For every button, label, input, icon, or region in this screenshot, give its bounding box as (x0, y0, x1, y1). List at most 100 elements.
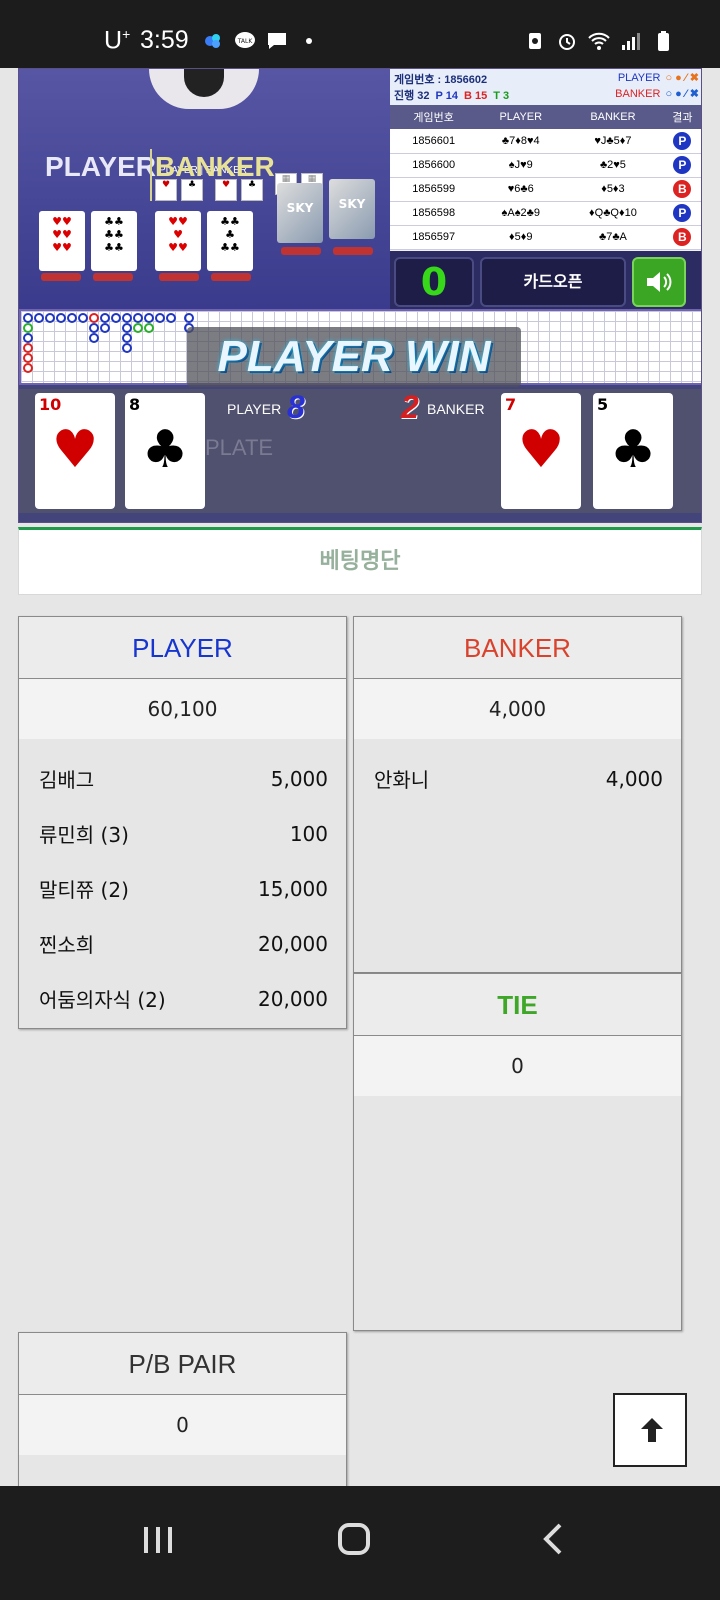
recycle-icon (529, 33, 541, 49)
wifi-icon (588, 32, 610, 50)
banker-panel-title: BANKER (354, 617, 681, 679)
game-number: 게임번호 : 1856602 (394, 74, 488, 86)
dot-icon (306, 38, 312, 44)
card-back: SKY (277, 183, 323, 243)
history-player-cards: ♥6♣6 (477, 177, 565, 202)
banker-score-label: BANKER (427, 401, 485, 417)
road-marker (67, 313, 77, 323)
back-icon[interactable] (524, 1514, 584, 1564)
bettor-name: 찐소희 (39, 933, 95, 957)
result-badge: P (673, 204, 692, 222)
road-marker (23, 343, 33, 353)
betting-list-header: 베팅명단 (18, 527, 702, 595)
table-card: ♣♣ ♣ ♣♣ (207, 211, 253, 271)
pair-panel-title: P/B PAIR (19, 1333, 346, 1395)
bet-amount: 20,000 (258, 986, 328, 1011)
road-marker (122, 333, 132, 343)
banker-card-2: 5 ♣ (593, 393, 673, 509)
road-marker (23, 323, 33, 333)
col-game-no: 게임번호 (390, 105, 478, 129)
android-nav-bar (0, 1486, 720, 1600)
home-icon[interactable] (324, 1514, 384, 1564)
history-player-cards: ♠J♥9 (477, 153, 565, 178)
signal-icon (622, 33, 640, 50)
col-result: 결과 (661, 105, 701, 129)
player-card-2: 8 ♣ (125, 393, 205, 509)
result-badge: P (673, 156, 692, 174)
recent-apps-icon[interactable] (128, 1514, 188, 1564)
bettor-name: 말티쮸 (2) (39, 878, 129, 902)
result-badge: P (673, 131, 692, 150)
live-video: PLAYER | BANKER ♥ ♣ ♥ ♣ ▦ ▦ PLAYER BANKE… (19, 69, 399, 317)
bet-amount: 100 (289, 821, 328, 846)
bettor-row: 김배그 5,000 (39, 751, 328, 806)
road-marker (122, 343, 132, 353)
road-marker (45, 313, 55, 323)
card-slot (333, 247, 373, 255)
history-game-no: 1856598 (390, 201, 478, 226)
tie-panel-title: TIE (354, 974, 681, 1036)
alarm-icon (559, 34, 575, 50)
banker-total: 4,000 (354, 679, 681, 739)
pair-total: 0 (19, 1395, 346, 1455)
arrow-up-icon (641, 1418, 663, 1442)
card-slot (159, 273, 199, 281)
card-open-button[interactable]: 카드오픈 (480, 257, 626, 307)
result-badge: B (673, 228, 692, 246)
road-marker (34, 313, 44, 323)
road-marker (122, 313, 132, 323)
history-row: 1856597 ♦5♦9 ♣7♣A B (390, 225, 701, 250)
countdown-display: 0 (394, 257, 474, 307)
history-banker-cards: ♦Q♣Q♦10 (564, 201, 662, 226)
road-marker (155, 313, 165, 323)
card-slot (281, 247, 321, 255)
history-result: B (661, 177, 701, 202)
title-divider (150, 149, 152, 201)
bettor-name: 안화니 (374, 768, 430, 792)
video-player-title: PLAYER (45, 151, 157, 182)
road-marker (23, 353, 33, 363)
road-marker (111, 313, 121, 323)
tie-bets-panel: TIE 0 (353, 973, 682, 1331)
bet-amount: 4,000 (605, 766, 663, 791)
history-table: 게임번호 PLAYER BANKER 결과 1856601 ♣7♦8♥4 ♥J♣5♦… (390, 105, 701, 250)
bettor-name: 류민희 (3) (39, 823, 129, 847)
road-marker (89, 333, 99, 343)
history-banker-cards: ♦5♦3 (564, 177, 662, 202)
battery-icon (658, 31, 669, 51)
road-marker (133, 313, 143, 323)
table-card: ♥♥ ♥ ♥♥ (155, 211, 201, 271)
history-game-no: 1856599 (390, 177, 478, 202)
history-panel: 게임번호 : 1856602 진행 32 P 14 B 15 T 3 PLAYER ○… (390, 69, 701, 317)
road-marker (23, 333, 33, 343)
bettor-row: 찐소희 20,000 (39, 916, 328, 971)
sound-toggle-button[interactable] (632, 257, 686, 307)
plate-watermark: PLATE (205, 435, 274, 460)
history-banker-cards: ♣7♣A (564, 225, 662, 250)
pair-bets-panel: P/B PAIR 0 (18, 1332, 347, 1492)
road-marker (133, 323, 143, 333)
history-game-no: 1856600 (390, 153, 478, 178)
progress-stats: 진행 32 P 14 B 15 T 3 (394, 90, 510, 102)
player-score-label: PLAYER (227, 401, 282, 417)
bettor-name: 김배그 (39, 768, 95, 792)
road-marker (78, 313, 88, 323)
scroll-top-button[interactable] (613, 1393, 687, 1467)
history-result: P (661, 153, 701, 178)
legend-player: PLAYER ○ ● ⁄ ✖ (617, 72, 699, 84)
history-game-no: 1856597 (390, 225, 478, 250)
road-marker (56, 313, 66, 323)
road-marker (100, 323, 110, 333)
card-slot (211, 273, 251, 281)
bettor-row: 류민희 (3) 100 (39, 806, 328, 861)
legend-banker: BANKER ○ ● ⁄ ✖ (615, 88, 699, 100)
banker-card-1: 7 ♥ (501, 393, 581, 509)
win-banner: PLAYER WIN (187, 327, 521, 387)
road-marker (89, 313, 99, 323)
video-banker-title: BANKER (155, 151, 275, 182)
carrier-label: U+ (104, 26, 131, 55)
svg-text:TALK: TALK (237, 38, 254, 45)
col-player: PLAYER (477, 105, 565, 129)
banker-bets-panel: BANKER 4,000 안화니 4,000 (353, 616, 682, 973)
history-banker-cards: ♣2♥5 (564, 153, 662, 178)
